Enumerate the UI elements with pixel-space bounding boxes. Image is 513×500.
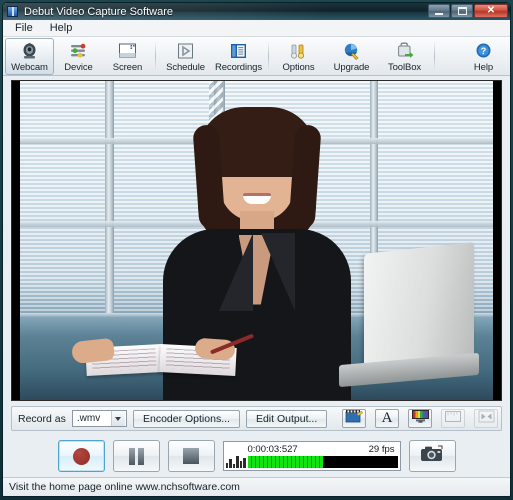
close-icon: ✕ (486, 5, 496, 16)
text-overlay-button[interactable]: A (375, 409, 400, 429)
webcam-icon (19, 41, 41, 61)
maximize-icon (457, 7, 467, 15)
app-icon (7, 6, 18, 17)
color-adjust-button[interactable] (408, 409, 433, 428)
encoder-options-button[interactable]: Encoder Options... (132, 409, 240, 428)
screen-icon (117, 41, 139, 61)
toolbar-button-device[interactable]: Device (54, 38, 103, 75)
toolbar-label-recordings: Recordings (214, 62, 263, 73)
svg-text:?: ? (481, 46, 487, 56)
pause-button[interactable] (112, 440, 160, 472)
stop-icon (183, 448, 199, 464)
pause-icon (128, 447, 144, 465)
stop-button[interactable] (167, 440, 215, 472)
toolbar-button-recordings[interactable]: Recordings (212, 38, 265, 75)
meter-row (225, 455, 398, 468)
record-button[interactable] (57, 440, 105, 472)
toolbar-button-help[interactable]: ? Help (459, 38, 508, 75)
video-effects-button[interactable] (342, 409, 367, 428)
toolbar-label-webcam: Webcam (11, 62, 48, 73)
device-icon (68, 41, 90, 61)
minimize-button[interactable] (428, 4, 450, 18)
record-icon (72, 447, 90, 465)
audio-level-fill (247, 456, 323, 468)
equalizer-icon (225, 455, 246, 468)
menu-bar: File Help (3, 20, 510, 37)
toolbar-separator-1 (155, 41, 156, 71)
elapsed-time: 0:00:03:527 (247, 443, 298, 455)
window-mullion (105, 81, 115, 318)
fullscreen-button[interactable] (474, 409, 499, 428)
window-frame: Debut Video Capture Software ✕ File Help (2, 2, 511, 497)
crop-button[interactable] (441, 409, 466, 428)
help-icon: ? (473, 41, 495, 61)
menu-item-file[interactable]: File (8, 21, 40, 35)
mouth (242, 192, 271, 204)
text-overlay-icon: A (379, 409, 395, 429)
recording-meter: 0:00:03:527 29 fps (222, 441, 401, 471)
snapshot-button[interactable] (408, 440, 456, 472)
title-bar[interactable]: Debut Video Capture Software ✕ (3, 3, 510, 20)
toolbar-label-screen: Screen (112, 62, 143, 73)
minimize-icon (435, 12, 443, 15)
lapel-right (260, 232, 295, 311)
audio-level-meter (247, 456, 398, 468)
fps-readout: 29 fps (368, 443, 395, 455)
crop-icon (444, 410, 462, 428)
record-as-label: Record as (18, 412, 66, 425)
options-icon (288, 41, 310, 61)
status-text[interactable]: Visit the home page online www.nchsoftwa… (9, 481, 240, 493)
video-effects-icon (345, 409, 364, 428)
toolbar-button-upgrade[interactable]: Upgrade (325, 38, 378, 75)
close-button[interactable]: ✕ (474, 4, 508, 18)
toolbar-label-options: Options (282, 62, 315, 73)
toolbar-separator-3 (434, 41, 435, 71)
toolbar-label-help: Help (473, 62, 494, 73)
edit-output-button[interactable]: Edit Output... (245, 409, 328, 428)
toolbar-separator-2 (268, 41, 269, 71)
toolbar-button-options[interactable]: Options (272, 38, 325, 75)
toolbar-label-upgrade: Upgrade (333, 62, 370, 73)
fullscreen-icon (478, 410, 495, 428)
record-options-bar: Record as .wmv Encoder Options... Edit O… (11, 406, 502, 431)
menu-item-help[interactable]: Help (43, 21, 80, 35)
maximize-button[interactable] (451, 4, 473, 18)
lapel-left (218, 232, 253, 311)
toolbar-button-toolbox[interactable]: ToolBox (378, 38, 431, 75)
toolbox-icon (394, 41, 416, 61)
toolbar: Webcam Device Screen Schedule Recordings… (3, 37, 510, 76)
format-select-value: .wmv (76, 413, 101, 424)
hair-front (197, 106, 316, 177)
application-window: Debut Video Capture Software ✕ File Help (0, 0, 513, 500)
upgrade-icon (341, 41, 363, 61)
color-adjust-icon (411, 409, 430, 428)
preview-container (3, 76, 510, 401)
toolbar-label-toolbox: ToolBox (387, 62, 422, 73)
schedule-icon (175, 41, 197, 61)
toolbar-button-screen[interactable]: Screen (103, 38, 152, 75)
svg-text:A: A (382, 410, 393, 424)
toolbar-label-device: Device (64, 62, 93, 73)
hand-left (70, 337, 116, 364)
video-preview[interactable] (11, 80, 502, 401)
status-bar: Visit the home page online www.nchsoftwa… (3, 477, 510, 496)
toolbar-button-schedule[interactable]: Schedule (159, 38, 212, 75)
window-title: Debut Video Capture Software (24, 5, 173, 18)
toolbar-label-schedule: Schedule (166, 62, 205, 73)
video-frame (20, 81, 493, 400)
transport-bar: 0:00:03:527 29 fps (11, 436, 502, 476)
window-controls: ✕ (428, 4, 508, 18)
meter-readout: 0:00:03:527 29 fps (226, 443, 398, 455)
camera-icon (419, 445, 445, 468)
recordings-icon (228, 41, 250, 61)
chevron-down-icon (110, 411, 125, 426)
toolbar-button-webcam[interactable]: Webcam (5, 38, 54, 75)
format-select[interactable]: .wmv (71, 410, 127, 427)
